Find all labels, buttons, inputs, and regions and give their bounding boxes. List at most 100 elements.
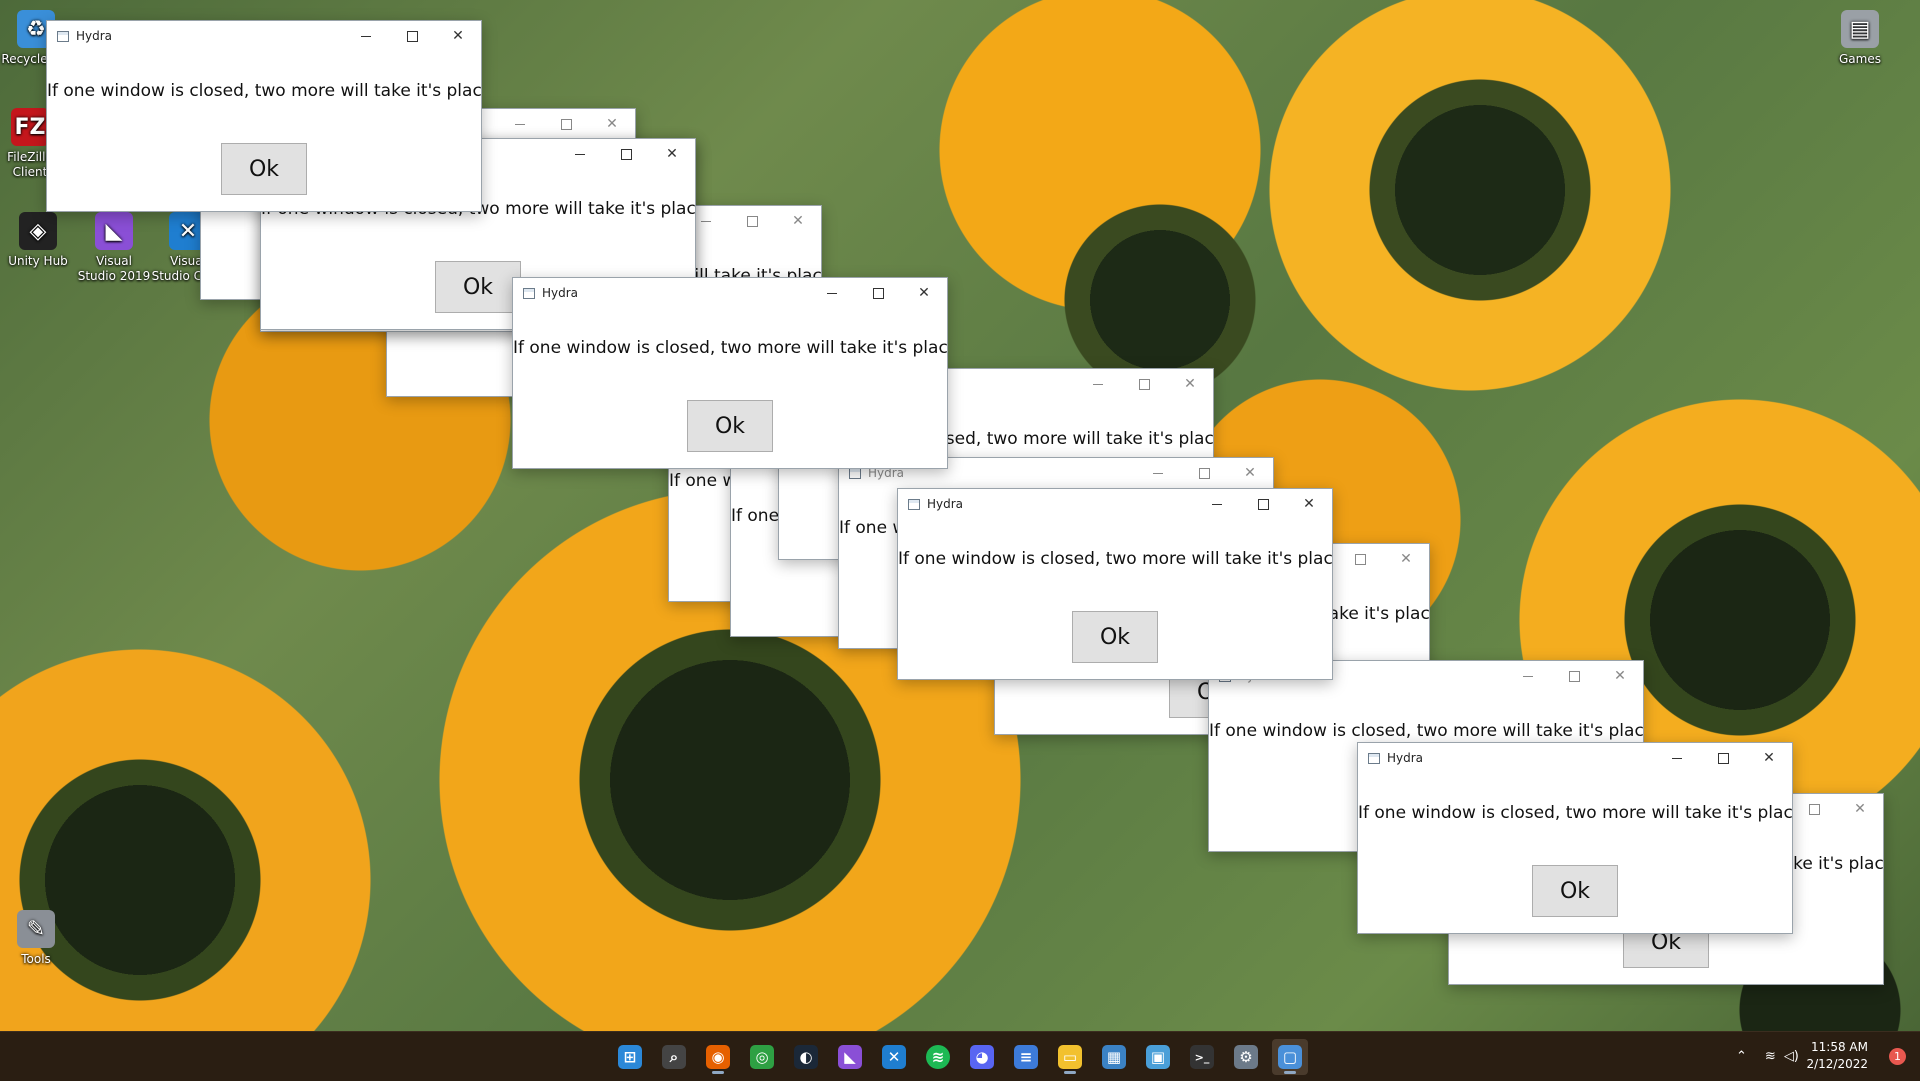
visual-studio-icon: ◣ xyxy=(95,212,133,250)
close-button[interactable]: ✕ xyxy=(589,109,635,139)
close-icon: ✕ xyxy=(1303,496,1315,512)
hydra-window[interactable]: Hydra ✕ If one window is closed, two mor… xyxy=(1357,742,1793,934)
notification-badge[interactable]: 1 xyxy=(1889,1048,1906,1065)
taskbar-notepad[interactable]: ≡ xyxy=(1008,1039,1044,1075)
chevron-up-icon[interactable]: ⌃ xyxy=(1736,1049,1747,1064)
taskbar-visual-studio[interactable]: ◣ xyxy=(832,1039,868,1075)
maximize-button[interactable] xyxy=(1240,489,1286,519)
close-button[interactable]: ✕ xyxy=(775,206,821,236)
clock[interactable]: 11:58 AM 2/12/2022 xyxy=(1806,1039,1868,1073)
desktop-icon-tools[interactable]: ✎ Tools xyxy=(0,910,74,967)
taskbar-search-button[interactable]: ⌕ xyxy=(656,1039,692,1075)
hydra-window[interactable]: Hydra ✕ If one window is closed, two mor… xyxy=(512,277,948,469)
desktop-icon-unity-hub[interactable]: ◈ Unity Hub xyxy=(0,212,76,269)
taskbar-control-panel[interactable]: ▣ xyxy=(1140,1039,1176,1075)
app-window-icon xyxy=(523,287,535,299)
minimize-button[interactable] xyxy=(1654,743,1700,773)
desktop-icon-visual-studio-2019[interactable]: ◣ Visual Studio 2019 xyxy=(76,212,152,284)
close-button[interactable]: ✕ xyxy=(1597,661,1643,691)
taskbar-steam[interactable]: ◐ xyxy=(788,1039,824,1075)
maximize-button[interactable] xyxy=(543,109,589,139)
system-tray: ⌃ ≋ ◁) xyxy=(1736,1032,1799,1081)
app-window-icon xyxy=(908,498,920,510)
minimize-button[interactable] xyxy=(343,21,389,51)
maximize-button[interactable] xyxy=(1791,794,1837,824)
taskbar-settings[interactable]: ⚙ xyxy=(1228,1039,1264,1075)
maximize-icon xyxy=(1138,378,1150,390)
close-icon: ✕ xyxy=(1763,750,1775,766)
close-icon: ✕ xyxy=(1184,376,1196,392)
maximize-button[interactable] xyxy=(729,206,775,236)
taskbar-hydra[interactable]: ▢ xyxy=(1272,1039,1308,1075)
close-button[interactable]: ✕ xyxy=(1746,743,1792,773)
taskbar-discord[interactable]: ◕ xyxy=(964,1039,1000,1075)
minimize-button[interactable] xyxy=(1194,489,1240,519)
close-button[interactable]: ✕ xyxy=(1383,544,1429,574)
taskbar-terminal[interactable]: >_ xyxy=(1184,1039,1220,1075)
taskbar-firefox[interactable]: ◉ xyxy=(700,1039,736,1075)
visual-studio-icon: ◣ xyxy=(838,1045,862,1069)
taskbar-chrome[interactable]: ◎ xyxy=(744,1039,780,1075)
minimize-button[interactable] xyxy=(1505,661,1551,691)
maximize-button[interactable] xyxy=(1121,369,1167,399)
close-icon: ✕ xyxy=(792,213,804,229)
ok-button[interactable]: Ok xyxy=(1532,865,1618,917)
taskbar-vscode[interactable]: ✕ xyxy=(876,1039,912,1075)
ok-button[interactable]: Ok xyxy=(687,400,773,452)
maximize-button[interactable] xyxy=(1551,661,1597,691)
minimize-button[interactable] xyxy=(557,139,603,169)
maximize-button[interactable] xyxy=(1700,743,1746,773)
desktop-icon-games[interactable]: ▤ Games xyxy=(1822,10,1898,67)
minimize-button[interactable] xyxy=(1075,369,1121,399)
ok-button[interactable]: Ok xyxy=(221,143,307,195)
minimize-button[interactable] xyxy=(497,109,543,139)
close-button[interactable]: ✕ xyxy=(1837,794,1883,824)
taskbar-store[interactable]: ▦ xyxy=(1096,1039,1132,1075)
close-button[interactable]: ✕ xyxy=(1286,489,1332,519)
title-bar[interactable]: Hydra ✕ xyxy=(47,21,481,51)
desktop: ♻ Recycle Bin FZ FileZilla Client ◈ Unit… xyxy=(0,0,1920,1031)
close-button[interactable]: ✕ xyxy=(649,139,695,169)
close-icon: ✕ xyxy=(1244,465,1256,481)
hydra-window[interactable]: Hydra ✕ If one window is closed, two mor… xyxy=(46,20,482,212)
close-button[interactable]: ✕ xyxy=(1167,369,1213,399)
maximize-icon xyxy=(746,215,758,227)
maximize-button[interactable] xyxy=(1337,544,1383,574)
minimize-icon xyxy=(1153,472,1163,474)
taskbar-file-explorer[interactable]: ▭ xyxy=(1052,1039,1088,1075)
close-button[interactable]: ✕ xyxy=(1227,458,1273,488)
maximize-button[interactable] xyxy=(855,278,901,308)
maximize-button[interactable] xyxy=(389,21,435,51)
volume-icon[interactable]: ◁) xyxy=(1784,1049,1799,1064)
maximize-button[interactable] xyxy=(1181,458,1227,488)
close-button[interactable]: ✕ xyxy=(435,21,481,51)
maximize-icon xyxy=(1198,467,1210,479)
title-bar[interactable]: Hydra ✕ xyxy=(513,278,947,308)
maximize-icon xyxy=(1257,498,1269,510)
wifi-icon[interactable]: ≋ xyxy=(1765,1049,1776,1064)
minimize-icon xyxy=(575,153,585,155)
title-bar[interactable]: Hydra ✕ xyxy=(898,489,1332,519)
maximize-icon xyxy=(560,118,572,130)
window-title: Hydra xyxy=(76,29,113,43)
desktop-icon-label: Games xyxy=(1839,52,1881,66)
discord-icon: ◕ xyxy=(970,1045,994,1069)
app-window-icon xyxy=(57,30,69,42)
title-bar[interactable]: Hydra ✕ xyxy=(1358,743,1792,773)
taskbar-start-button[interactable]: ⊞ xyxy=(612,1039,648,1075)
ok-button[interactable]: Ok xyxy=(435,261,521,313)
clock-date: 2/12/2022 xyxy=(1806,1057,1868,1071)
minimize-button[interactable] xyxy=(809,278,855,308)
maximize-button[interactable] xyxy=(603,139,649,169)
taskbar-spotify[interactable]: ≋ xyxy=(920,1039,956,1075)
minimize-icon xyxy=(515,123,525,125)
desktop-icon-label: Tools xyxy=(21,952,51,966)
close-icon: ✕ xyxy=(918,285,930,301)
terminal-icon: >_ xyxy=(1190,1045,1214,1069)
taskbar: ⊞ ⌕ ◉ ◎ ◐ ◣ ✕ ≋ ◕ ≡ ▭ ▦ ▣ >_ ⚙ ▢ ⌃ ≋ ◁) … xyxy=(0,1031,1920,1081)
close-button[interactable]: ✕ xyxy=(901,278,947,308)
minimize-button[interactable] xyxy=(1135,458,1181,488)
ok-button[interactable]: Ok xyxy=(1072,611,1158,663)
app-window-icon xyxy=(1368,752,1380,764)
hydra-window[interactable]: Hydra ✕ If one window is closed, two mor… xyxy=(897,488,1333,680)
